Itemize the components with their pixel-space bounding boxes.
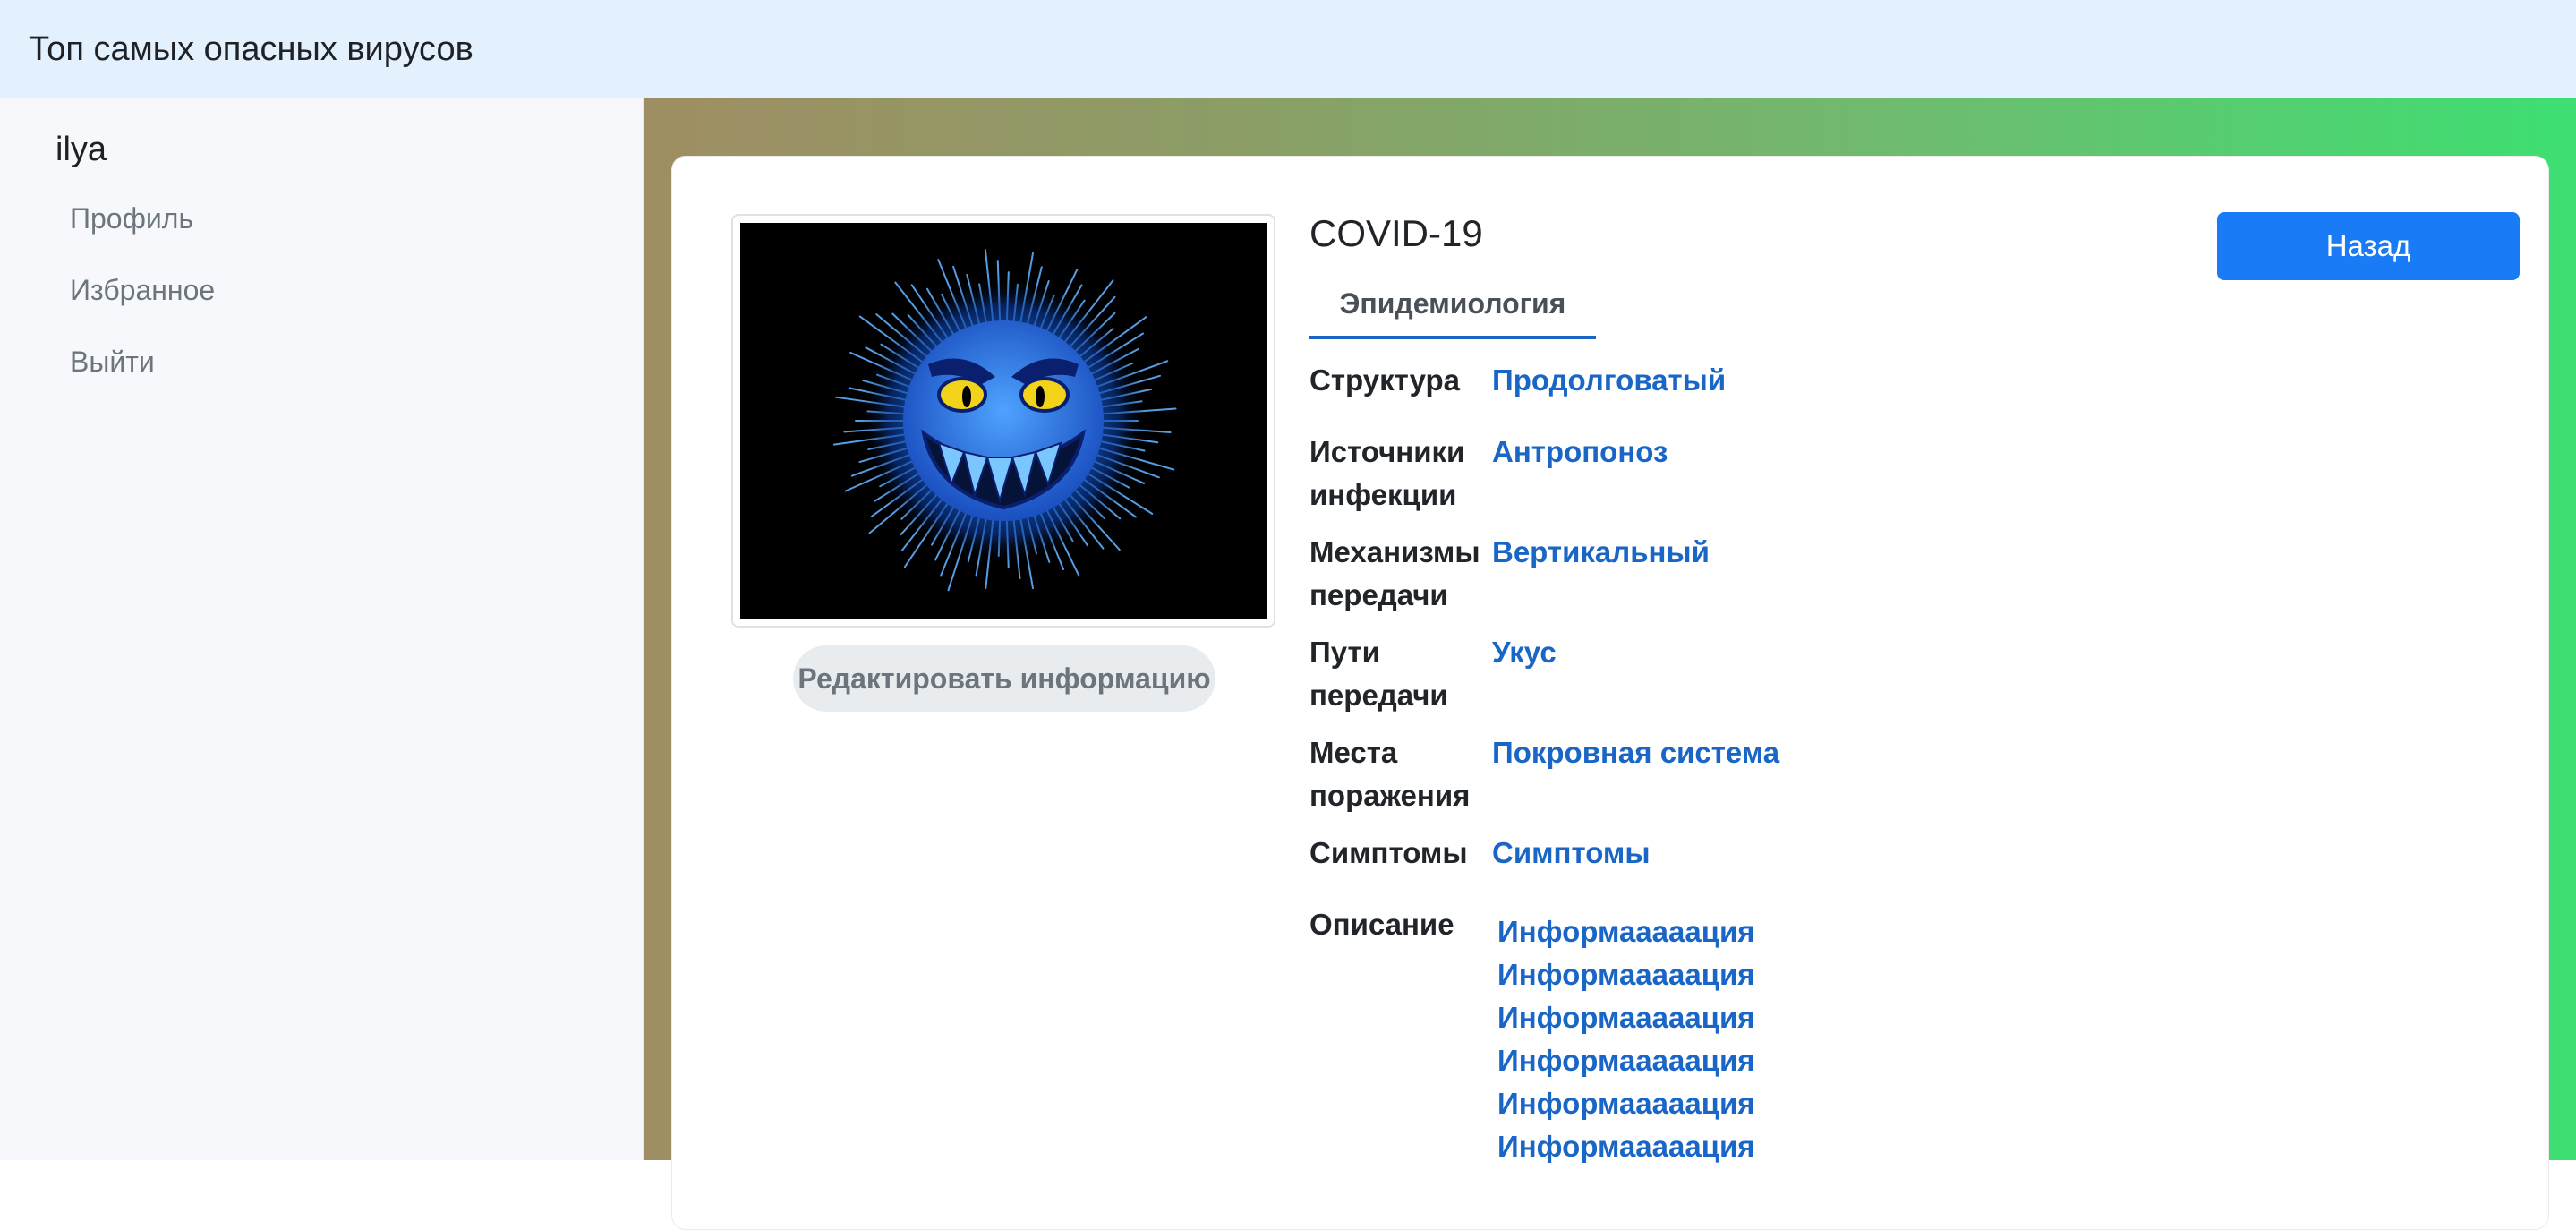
field-label-lesion-sites: Места поражения bbox=[1309, 736, 1471, 812]
field-label-infection-sources: Источники инфекции bbox=[1309, 435, 1465, 511]
edit-info-button[interactable]: Редактировать информацию bbox=[793, 645, 1215, 712]
field-value-lesion-sites[interactable]: Покровная система bbox=[1492, 731, 1779, 774]
description-line[interactable]: Информааааация bbox=[1497, 1125, 1755, 1168]
description-line[interactable]: Информааааация bbox=[1497, 1082, 1755, 1125]
sidebar-username: ilya bbox=[55, 131, 107, 168]
description-list: Информааааация Информааааация Информаааа… bbox=[1497, 910, 1755, 1168]
navbar-brand[interactable]: Топ самых опасных вирусов bbox=[29, 30, 473, 69]
monster-virus-image bbox=[740, 223, 1267, 619]
virus-image-frame bbox=[731, 214, 1275, 628]
field-label-transmission-mechanisms: Механизмы передачи bbox=[1309, 535, 1480, 611]
sidebar-link-favorites[interactable]: Избранное bbox=[70, 274, 215, 307]
field-label-description: Описание bbox=[1309, 908, 1454, 941]
sidebar-link-profile[interactable]: Профиль bbox=[70, 202, 193, 235]
description-line[interactable]: Информааааация bbox=[1497, 1039, 1755, 1082]
tab-epidemiology-label: Эпидемиология bbox=[1339, 287, 1566, 320]
sidebar: ilya Профиль Избранное Выйти bbox=[0, 98, 644, 1160]
description-line[interactable]: Информааааация bbox=[1497, 910, 1755, 953]
field-value-infection-sources[interactable]: Антропоноз bbox=[1492, 431, 1668, 474]
field-value-transmission-mechanisms[interactable]: Вертикальный bbox=[1492, 531, 1710, 574]
field-value-structure[interactable]: Продолговатый bbox=[1492, 359, 1726, 402]
field-label-structure: Структура bbox=[1309, 363, 1460, 397]
field-value-transmission-routes[interactable]: Укус bbox=[1492, 631, 1557, 674]
tab-epidemiology[interactable]: Эпидемиология bbox=[1309, 284, 1596, 339]
sidebar-link-logout[interactable]: Выйти bbox=[70, 346, 155, 379]
top-navbar: Топ самых опасных вирусов bbox=[0, 0, 2576, 98]
virus-card: Редактировать информацию COVID-19 Назад … bbox=[671, 156, 2549, 1230]
description-line[interactable]: Информааааация bbox=[1497, 996, 1755, 1039]
field-label-symptoms: Симптомы bbox=[1309, 836, 1468, 869]
description-line[interactable]: Информааааация bbox=[1497, 953, 1755, 996]
main-content: Редактировать информацию COVID-19 Назад … bbox=[644, 98, 2576, 1230]
virus-title: COVID-19 bbox=[1309, 212, 1483, 254]
field-label-transmission-routes: Пути передачи bbox=[1309, 636, 1448, 712]
field-value-symptoms[interactable]: Симптомы bbox=[1492, 832, 1651, 875]
back-button[interactable]: Назад bbox=[2217, 212, 2520, 280]
